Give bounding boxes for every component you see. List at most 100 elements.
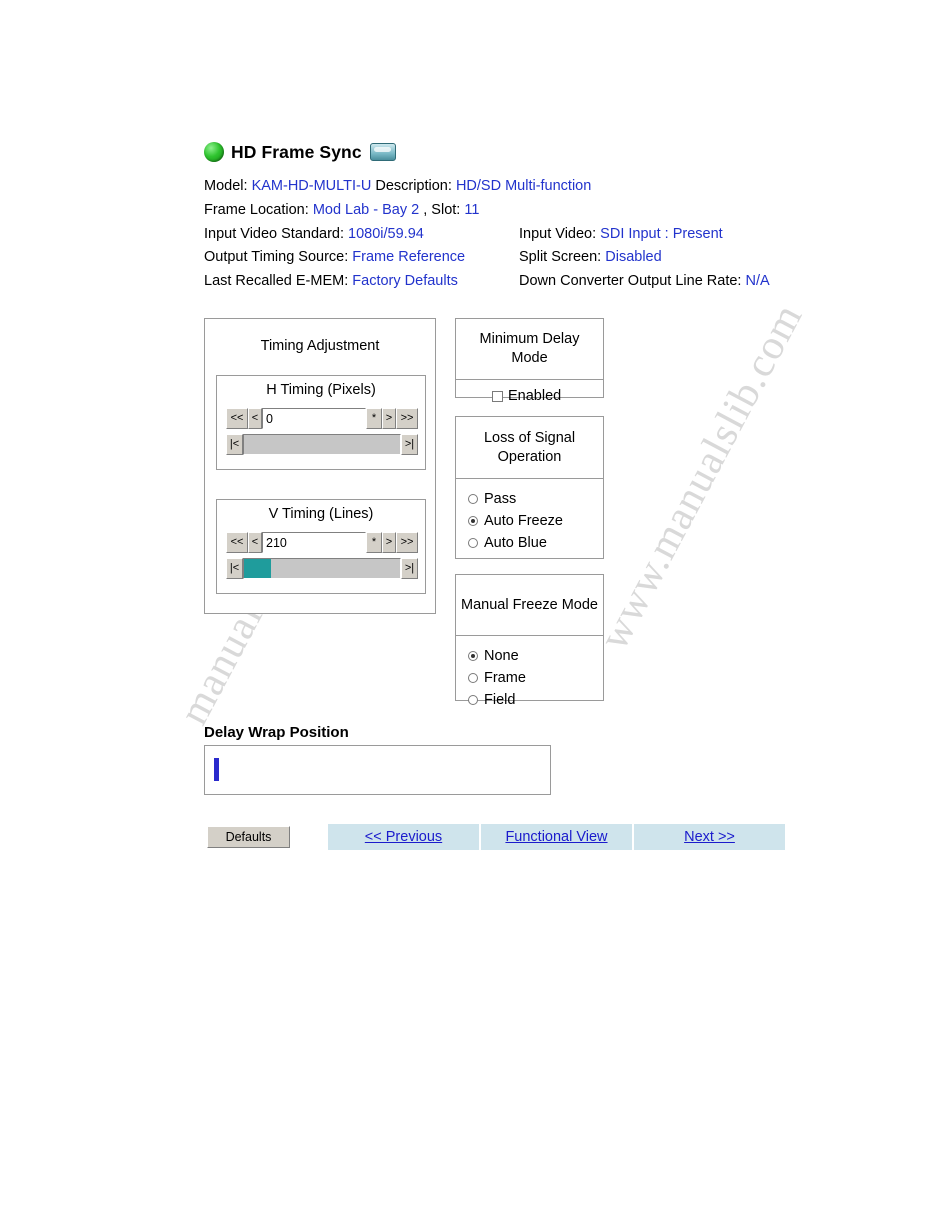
split-screen-col: Split Screen: Disabled [519,246,662,270]
h-timing-decrement-button[interactable]: < [248,408,262,429]
input-video-label: Input Video: [519,225,597,242]
output-timing-source-value: Frame Reference [352,249,466,266]
last-recalled-value: Factory Defaults [352,273,458,290]
manual-freeze-mode-panel: Manual Freeze Mode None Frame Field [455,574,604,708]
h-timing-panel: H Timing (Pixels) << < 0 * > >> |< >| [216,375,426,470]
v-timing-fast-increment-button[interactable]: >> [396,532,418,553]
slot-label: , Slot: [423,201,461,218]
manual-freeze-option-none-label: None [484,648,519,664]
manual-freeze-option-field-label: Field [484,692,516,708]
v-timing-input[interactable]: 210 [262,532,366,553]
frame-location-value: Mod Lab - Bay 2 [312,201,420,218]
v-timing-panel: V Timing (Lines) << < 210 * > >> |< >| [216,499,426,594]
loss-of-signal-option-pass-label: Pass [484,491,517,507]
module-card-icon [369,143,396,161]
timing-adjustment-panel: Timing Adjustment H Timing (Pixels) << <… [204,318,436,614]
loss-of-signal-option-pass[interactable]: Pass [468,488,603,510]
v-timing-fast-decrement-button[interactable]: << [226,532,248,553]
output-timing-source-label: Output Timing Source: [204,249,349,266]
manual-freeze-option-field[interactable]: Field [468,689,603,711]
functional-view-link-label: Functional View [505,829,608,845]
input-video-standard-value: 1080i/59.94 [348,225,424,242]
manual-freeze-option-frame-label: Frame [484,670,526,686]
h-timing-slider-track[interactable] [243,434,401,455]
loss-of-signal-option-auto-blue[interactable]: Auto Blue [468,532,603,554]
timing-adjustment-title: Timing Adjustment [260,337,380,354]
v-timing-spinner: << < 210 * > >> [226,532,418,553]
loss-of-signal-option-auto-freeze-label: Auto Freeze [484,513,563,529]
input-standard-row: Input Video Standard: 1080i/59.94 Input … [204,223,723,247]
minimum-delay-mode-title: Minimum Delay Mode [479,331,580,366]
device-info: Model: KAM-HD-MULTI-U Description: HD/SD… [204,175,770,294]
down-converter-value: N/A [745,273,770,290]
split-screen-label: Split Screen: [519,249,602,266]
h-timing-slider[interactable]: |< >| [226,434,418,455]
next-link-label: Next >> [684,829,735,845]
v-timing-title: V Timing (Lines) [268,506,374,522]
h-timing-title: H Timing (Pixels) [266,382,376,398]
model-label: Model: [204,178,248,194]
radio-icon-field[interactable] [468,695,478,705]
delay-wrap-position-display [204,745,551,795]
radio-icon-auto-blue[interactable] [468,538,478,548]
h-timing-input[interactable]: 0 [262,408,366,429]
next-link[interactable]: Next >> [634,824,785,850]
v-timing-star-button[interactable]: * [366,532,382,553]
functional-view-link[interactable]: Functional View [481,824,632,850]
v-timing-increment-button[interactable]: > [382,532,396,553]
description-value: HD/SD Multi-function [455,178,592,194]
page-title: HD Frame Sync [204,140,396,164]
h-timing-controls: << < 0 * > >> |< >| [226,408,418,455]
input-video-standard-label: Input Video Standard: [204,225,345,242]
manual-freeze-option-frame[interactable]: Frame [468,667,603,689]
v-timing-min-button[interactable]: |< [226,558,243,579]
v-timing-controls: << < 210 * > >> |< >| [226,532,418,579]
minimum-delay-enabled-checkbox[interactable] [492,390,503,402]
delay-wrap-position-marker [214,758,219,781]
minimum-delay-enabled-label: Enabled [508,388,562,404]
frame-location-label: Frame Location: [204,201,309,218]
description-label: Description: [375,178,452,194]
v-timing-slider-track[interactable] [243,558,401,579]
h-timing-min-button[interactable]: |< [226,434,243,455]
input-video-col: Input Video: SDI Input : Present [519,223,723,247]
loss-of-signal-title: Loss of Signal Operation [483,429,576,465]
h-timing-fast-increment-button[interactable]: >> [396,408,418,429]
frame-location-row: Frame Location: Mod Lab - Bay 2 , Slot: … [204,199,591,223]
down-converter-col: Down Converter Output Line Rate: N/A [519,270,770,294]
loss-of-signal-panel: Loss of Signal Operation Pass Auto Freez… [455,416,604,559]
radio-icon-auto-freeze[interactable] [468,516,478,526]
output-timing-row: Output Timing Source: Frame Reference Sp… [204,246,662,270]
previous-link[interactable]: << Previous [328,824,479,850]
slot-value: 11 [464,201,480,218]
loss-of-signal-option-auto-freeze[interactable]: Auto Freeze [468,510,603,532]
v-timing-slider-fill [244,559,271,578]
model-value: KAM-HD-MULTI-U [251,178,372,194]
previous-link-label: << Previous [364,829,443,845]
v-timing-decrement-button[interactable]: < [248,532,262,553]
model-row: Model: KAM-HD-MULTI-U Description: HD/SD… [204,175,591,199]
last-recalled-row: Last Recalled E-MEM: Factory Defaults Do… [204,270,770,294]
page-title-text: HD Frame Sync [231,141,362,162]
manual-freeze-option-none[interactable]: None [468,645,603,667]
navigation-bar: << Previous Functional View Next >> [328,824,785,850]
minimum-delay-enabled-row[interactable]: Enabled [456,379,603,412]
h-timing-star-button[interactable]: * [366,408,382,429]
v-timing-max-button[interactable]: >| [401,558,418,579]
radio-icon-none[interactable] [468,651,478,661]
radio-icon-frame[interactable] [468,673,478,683]
defaults-button[interactable]: Defaults [207,826,290,848]
loss-of-signal-option-auto-blue-label: Auto Blue [484,535,547,551]
h-timing-max-button[interactable]: >| [401,434,418,455]
manual-freeze-options: None Frame Field [456,635,603,717]
manual-freeze-mode-title: Manual Freeze Mode [460,596,598,613]
input-video-value: SDI Input : Present [600,225,723,242]
h-timing-increment-button[interactable]: > [382,408,396,429]
v-timing-slider[interactable]: |< >| [226,558,418,579]
radio-icon-pass[interactable] [468,494,478,504]
minimum-delay-mode-panel: Minimum Delay Mode Enabled [455,318,604,404]
split-screen-value: Disabled [605,249,662,266]
h-timing-fast-decrement-button[interactable]: << [226,408,248,429]
h-timing-spinner: << < 0 * > >> [226,408,418,429]
status-led-icon [204,142,224,162]
